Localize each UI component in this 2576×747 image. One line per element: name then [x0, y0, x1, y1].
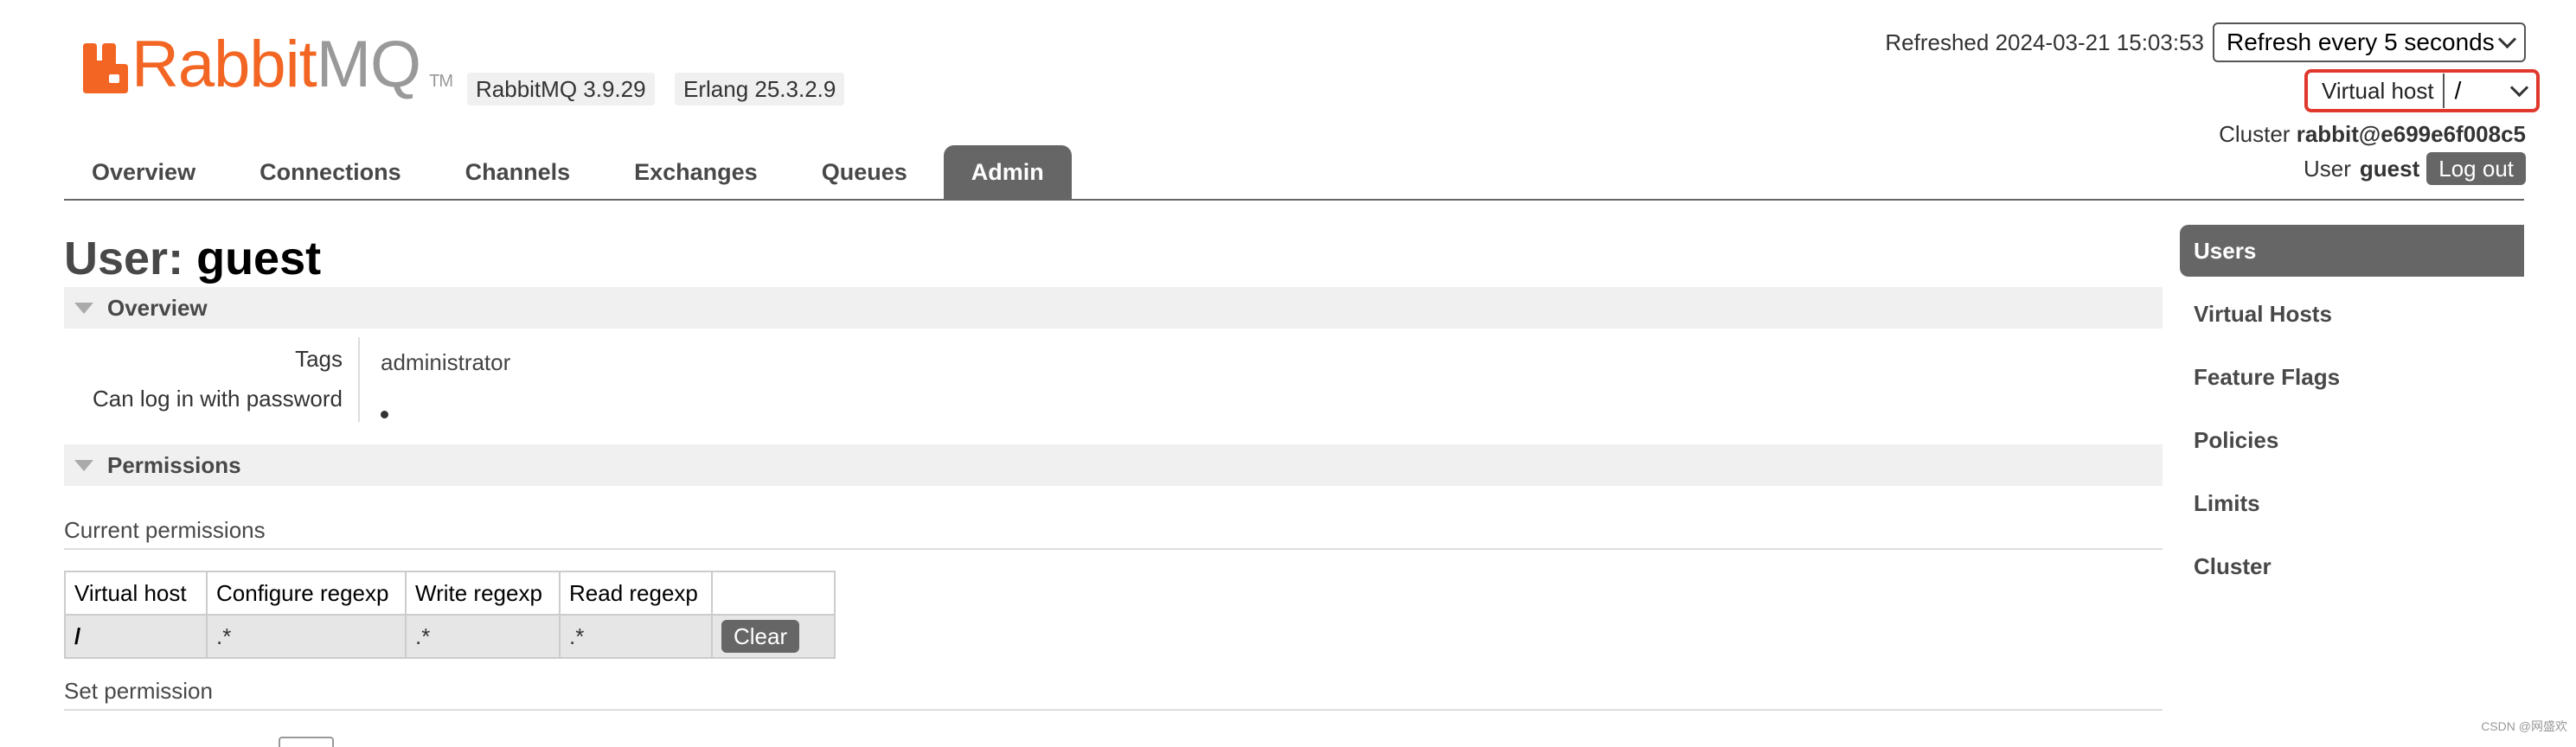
tab-exchanges[interactable]: Exchanges [606, 145, 785, 199]
cell-actions: Clear [711, 614, 836, 659]
can-login-indicator [381, 398, 388, 425]
can-login-label: Can log in with password [92, 386, 343, 412]
sidebar-item-virtual-hosts[interactable]: Virtual Hosts [2180, 288, 2524, 340]
page-title: User: guest [64, 230, 2163, 287]
permissions-table: Virtual host Configure regexp Write rege… [64, 571, 836, 659]
page-title-user-name: guest [196, 233, 322, 284]
tab-admin[interactable]: Admin [943, 145, 1072, 199]
erlang-version-badge: Erlang 25.3.2.9 [675, 73, 845, 105]
sidebar-item-feature-flags[interactable]: Feature Flags [2180, 351, 2524, 403]
bullet-dot-icon [381, 411, 388, 418]
column-header-write-regexp: Write regexp [405, 571, 561, 616]
sidebar-item-users[interactable]: Users [2180, 225, 2524, 277]
sidebar-item-cluster[interactable]: Cluster [2180, 540, 2524, 592]
user-facts: Tags administrator Can log in with passw… [64, 329, 2163, 424]
current-permissions-heading: Current permissions [64, 517, 2163, 550]
chevron-down-icon [2509, 78, 2529, 97]
rabbitmq-logo[interactable]: Rabbit MQ TM [83, 28, 453, 101]
set-permission-vhost-select[interactable] [279, 737, 334, 747]
table-row: / .* .* .* Clear [64, 614, 836, 659]
chevron-down-icon [2497, 29, 2517, 48]
logo-tm-text: TM [429, 72, 453, 91]
column-header-read-regexp: Read regexp [559, 571, 713, 616]
tab-connections[interactable]: Connections [232, 145, 429, 199]
page-title-prefix: User: [64, 233, 184, 284]
rabbitmq-version-badge: RabbitMQ 3.9.29 [467, 73, 655, 105]
virtual-host-select-value: / [2454, 77, 2462, 104]
set-permission-heading: Set permission [64, 678, 2163, 711]
refresh-select-value: Refresh every 5 seconds [2227, 29, 2495, 55]
tab-queues[interactable]: Queues [794, 145, 935, 199]
cell-read-regexp: .* [559, 614, 713, 659]
cell-write-regexp: .* [405, 614, 561, 659]
cell-virtual-host: / [64, 614, 208, 659]
overview-section-title: Overview [107, 294, 208, 321]
logo-mq-text: MQ [316, 28, 421, 101]
permissions-section-title: Permissions [107, 451, 241, 478]
watermark-text: CSDN @网盛欢 [2481, 719, 2567, 733]
logo-rabbit-text: Rabbit [131, 28, 317, 101]
column-header-configure-regexp: Configure regexp [206, 571, 407, 616]
table-header-row: Virtual host Configure regexp Write rege… [64, 571, 836, 616]
facts-divider [358, 337, 360, 422]
tags-label: Tags [295, 346, 343, 372]
permissions-section-toggle[interactable]: Permissions [64, 444, 2163, 486]
overview-section-toggle[interactable]: Overview [64, 287, 2163, 329]
main-content: User: guest Overview Tags administrator … [64, 230, 2163, 711]
page-root: Rabbit MQ TM RabbitMQ 3.9.29 Erlang 25.3.2… [0, 0, 2576, 747]
rabbitmq-logo-icon [83, 43, 128, 93]
column-header-virtual-host: Virtual host [64, 571, 208, 616]
tab-overview[interactable]: Overview [64, 145, 223, 199]
virtual-host-select[interactable]: / [2442, 73, 2536, 108]
main-nav: Overview Connections Channels Exchanges … [64, 144, 2524, 201]
column-header-actions [711, 571, 836, 616]
sidebar-item-policies[interactable]: Policies [2180, 414, 2524, 466]
tab-channels[interactable]: Channels [438, 145, 599, 199]
refresh-area: Refreshed 2024-03-21 15:03:53 Refresh ev… [1885, 22, 2526, 62]
collapse-triangle-icon [74, 302, 93, 314]
clear-permission-button[interactable]: Clear [721, 620, 800, 653]
virtual-host-label: Virtual host [2322, 77, 2434, 104]
cell-configure-regexp: .* [206, 614, 407, 659]
tags-value: administrator [381, 349, 511, 375]
admin-sidebar: Users Virtual Hosts Feature Flags Polici… [2180, 225, 2524, 603]
sidebar-item-limits[interactable]: Limits [2180, 477, 2524, 529]
collapse-triangle-icon [74, 459, 93, 471]
virtual-host-selector: Virtual host / [2304, 69, 2540, 112]
refreshed-timestamp: Refreshed 2024-03-21 15:03:53 [1885, 29, 2204, 55]
logo-wordmark: Rabbit MQ TM [131, 28, 453, 101]
refresh-interval-select[interactable]: Refresh every 5 seconds [2213, 22, 2526, 62]
